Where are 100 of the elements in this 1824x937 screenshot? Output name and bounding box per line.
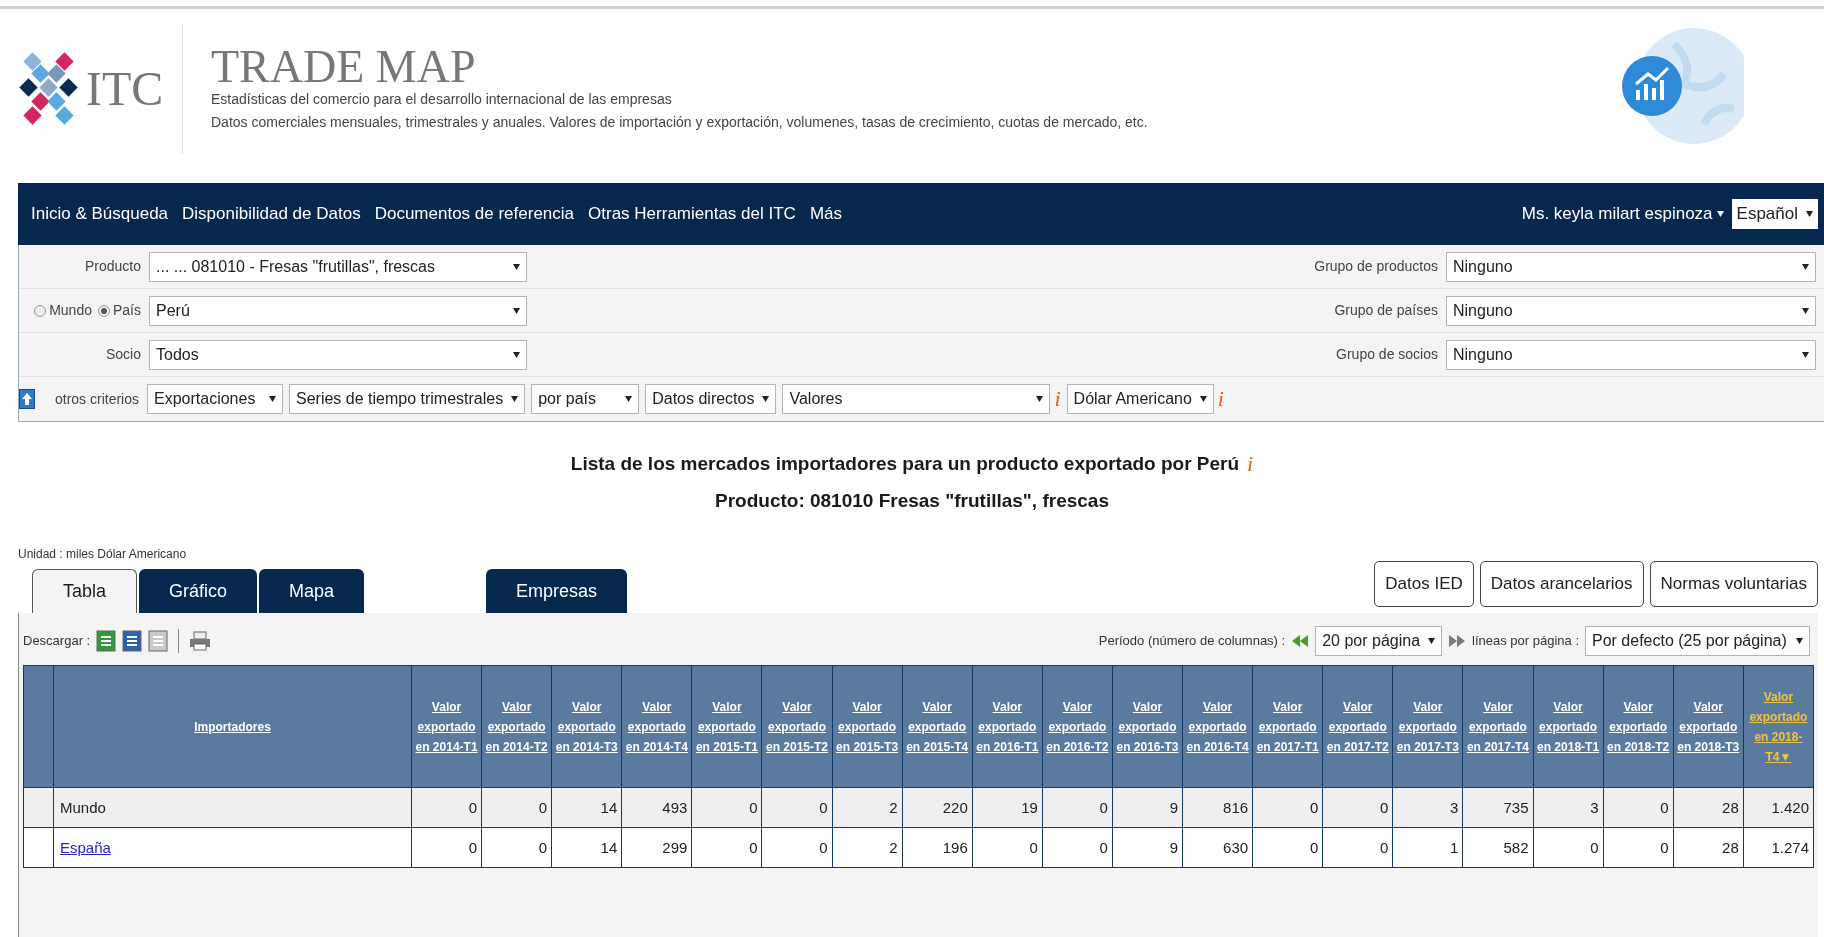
radio-option[interactable]: Mundo (34, 300, 92, 321)
spreadsheet-icon[interactable] (96, 630, 117, 652)
table-cell: 0 (468, 838, 478, 856)
table-cell: 0 (1099, 838, 1108, 856)
user-menu[interactable]: Ms. keyla milart espinoza (1521, 201, 1724, 227)
table-cell: 220 (942, 798, 968, 816)
caret-icon (1802, 263, 1809, 270)
table-cell: 582 (1503, 838, 1529, 856)
criteria-select[interactable]: Datos directos (645, 384, 777, 414)
column-header[interactable]: Importadores (56, 716, 409, 737)
table-cell: 14 (600, 798, 618, 816)
page-heading: Lista de los mercados importadores para un producto exportado por Perú (570, 452, 1240, 476)
table-cell: 3 (1450, 798, 1459, 816)
table-cell: 0 (1660, 838, 1669, 856)
table-cell: 2 (889, 838, 898, 856)
table-cell: 493 (662, 798, 688, 816)
filter-label: Socio (105, 345, 141, 364)
tab[interactable]: Gráfico (139, 569, 258, 613)
criteria-select[interactable]: Dólar Americano (1066, 384, 1214, 414)
table-cell: Mundo (60, 798, 106, 816)
caret-icon (1036, 396, 1044, 402)
page-subheading: Producto: 081010 Fresas "frutillas", frescas (715, 488, 1109, 513)
action-button[interactable]: Normas voluntarias (1649, 561, 1818, 607)
filter-select[interactable]: Ninguno (1446, 339, 1816, 370)
action-button[interactable]: Datos IED (1374, 561, 1474, 607)
filter-label: Grupo de países (1334, 301, 1439, 320)
filter-label: otros criterios (53, 389, 140, 409)
criteria-select[interactable]: Exportaciones (147, 384, 283, 414)
table-cell: 0 (1660, 798, 1669, 816)
filter-select[interactable]: Perú (149, 295, 527, 326)
table-cell: 0 (538, 798, 548, 816)
table-cell: 9 (1169, 798, 1179, 816)
nav-link[interactable]: Disponibilidad de Datos (175, 201, 368, 227)
table-cell: 0 (1590, 838, 1599, 856)
logo-text: ITC (86, 61, 164, 117)
period-label: Período (número de columnas) : (1098, 632, 1286, 651)
filter-select[interactable]: Ninguno (1446, 295, 1816, 326)
caret-icon (1199, 396, 1207, 402)
site-subtitle: Estadísticas del comercio para el desarrollo internacional de las empresas (211, 90, 673, 109)
table-cell: 28 (1722, 838, 1739, 856)
filter-select[interactable]: ... ... 081010 - Fresas "frutillas", frescas (149, 251, 527, 282)
table-cell: 1 (1450, 838, 1459, 856)
caret-icon (513, 351, 520, 358)
caret-icon (1428, 638, 1436, 644)
filter-label: Producto (84, 257, 141, 276)
download-label: Descargar : (23, 632, 91, 651)
table-cell: 816 (1223, 798, 1249, 816)
table-cell: 630 (1223, 838, 1249, 856)
table-cell: 2 (889, 798, 898, 816)
table-cell: 19 (1021, 798, 1038, 816)
criteria-select[interactable]: Series de tiempo trimestrales (289, 384, 526, 414)
country-link[interactable]: España (60, 838, 111, 856)
table-cell: 196 (942, 838, 968, 856)
tab[interactable]: Empresas (486, 569, 628, 613)
info-icon[interactable]: i (1247, 453, 1254, 476)
unit-label: Unidad : miles Dólar Americano (18, 546, 188, 563)
caret-icon (1802, 307, 1809, 314)
lines-label: líneas por página : (1472, 632, 1579, 651)
table-cell: 9 (1169, 838, 1179, 856)
language-select[interactable]: Español (1731, 199, 1818, 229)
table-cell: 0 (1309, 798, 1319, 816)
table-cell: 0 (819, 798, 828, 816)
caret-icon (513, 263, 520, 270)
criteria-select[interactable]: por país (531, 384, 640, 414)
tab[interactable]: Tabla (32, 569, 138, 613)
lines-select[interactable]: Por defecto (25 por página) (1585, 626, 1810, 656)
table-cell: 299 (662, 838, 688, 856)
nav-link[interactable]: Otras Herramientas del ITC (581, 201, 803, 227)
file-icon[interactable] (148, 630, 169, 652)
printer-icon[interactable] (189, 631, 212, 651)
caret-icon (1716, 211, 1724, 217)
radio-option[interactable]: País (98, 300, 141, 321)
next-icon[interactable] (1448, 634, 1467, 648)
table-cell: 0 (749, 798, 758, 816)
table-cell: 0 (468, 798, 478, 816)
table-cell: 0 (538, 838, 548, 856)
table-cell: 0 (1379, 838, 1389, 856)
nav-link[interactable]: Documentos de referencia (367, 201, 582, 227)
document-icon[interactable] (122, 630, 143, 652)
criteria-select[interactable]: Valores (782, 384, 1051, 414)
table-cell: 1.274 (1771, 838, 1809, 856)
caret-icon (1796, 638, 1803, 644)
filter-select[interactable]: Todos (149, 339, 527, 370)
filter-select[interactable]: Ninguno (1446, 251, 1816, 282)
caret-icon (762, 396, 770, 402)
previous-icon[interactable] (1291, 634, 1310, 648)
caret-icon (511, 396, 519, 402)
nav-link[interactable]: Más (802, 201, 849, 227)
nav-link[interactable]: Inicio & Búsqueda (24, 201, 176, 227)
table-cell: 0 (819, 838, 828, 856)
table-cell: 0 (1029, 838, 1038, 856)
tab[interactable]: Mapa (259, 569, 365, 613)
table-cell: 3 (1590, 798, 1599, 816)
filter-label: Grupo de socios (1336, 345, 1439, 364)
action-button[interactable]: Datos arancelarios (1479, 561, 1644, 607)
table-cell: 14 (600, 838, 618, 856)
period-select[interactable]: 20 por página (1315, 626, 1443, 656)
caret-icon (625, 396, 633, 402)
caret-icon (269, 396, 276, 402)
filter-label: Grupo de productos (1314, 257, 1439, 276)
